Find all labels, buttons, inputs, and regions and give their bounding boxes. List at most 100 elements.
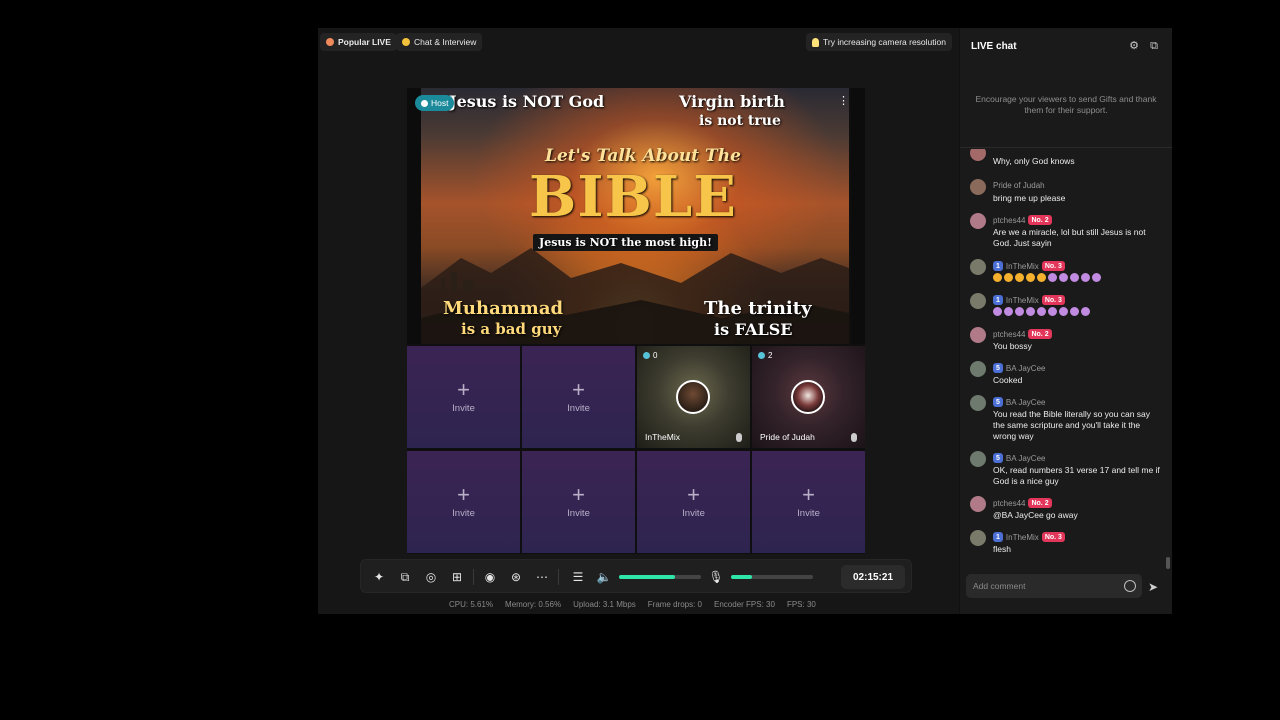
volume-fill (619, 575, 675, 579)
username[interactable]: InTheMix (1006, 533, 1039, 542)
rank-badge: No. 2 (1028, 329, 1052, 339)
rank-badge: No. 2 (1028, 215, 1052, 225)
invite-slot[interactable]: + Invite (407, 346, 520, 448)
username[interactable]: InTheMix (1006, 296, 1039, 305)
username[interactable]: InTheMix (1006, 262, 1039, 271)
host-video[interactable]: Jesus is NOT God Virgin birth is not tru… (407, 88, 865, 344)
level-badge: 1 (993, 261, 1003, 271)
invite-slot[interactable]: + Invite (522, 451, 635, 553)
volume-slider[interactable] (619, 575, 701, 579)
camera-switch-icon[interactable]: ⊛ (508, 569, 524, 585)
overlay-subtitle: Let's Talk About The (545, 146, 741, 166)
chat-interview-button[interactable]: Chat & Interview (396, 33, 483, 51)
comment-input[interactable] (966, 574, 1116, 598)
message-text: You read the Bible literally so you can … (993, 409, 1151, 441)
message-text: @BA JayCee go away (993, 510, 1078, 520)
invite-label: Invite (682, 507, 705, 519)
emoji-icon (1059, 307, 1068, 316)
upload-stat: Upload: 3.1 Mbps (573, 600, 636, 609)
popular-live-button[interactable]: Popular LIVE (320, 33, 397, 51)
ai-effects-icon[interactable]: ◎ (423, 569, 439, 585)
avatar (970, 149, 986, 161)
emoji-row (993, 307, 1161, 319)
username[interactable]: BA JayCee (1006, 364, 1046, 373)
settings-sliders-icon[interactable]: ☰ (570, 569, 586, 585)
gear-icon[interactable]: ⚙ (1128, 40, 1140, 52)
magic-wand-icon[interactable]: ✦ (371, 569, 387, 585)
username[interactable]: ptches44 (993, 499, 1025, 508)
avatar (791, 380, 825, 414)
avatar (676, 380, 710, 414)
rank-badge: No. 3 (1041, 261, 1065, 271)
overlay-big-title: BIBLE (529, 164, 737, 230)
invite-label: Invite (452, 402, 475, 414)
rank-badge: No. 3 (1041, 532, 1065, 542)
camera-tip[interactable]: Try increasing camera resolution (806, 33, 952, 51)
level-badge: 1 (993, 532, 1003, 542)
mic-level-slider[interactable] (731, 575, 813, 579)
coin-icon (758, 352, 765, 359)
username[interactable]: BA JayCee (1006, 398, 1046, 407)
emoji-icon[interactable] (1124, 580, 1136, 592)
overlay-text-top-left: Jesus is NOT God (449, 92, 605, 111)
coin-icon (643, 352, 650, 359)
chat-interview-label: Chat & Interview (414, 37, 477, 47)
level-badge: 5 (993, 453, 1003, 463)
gift-promo: Encourage your viewers to send Gifts and… (960, 66, 1172, 148)
screen-share-icon[interactable]: ⧉ (397, 569, 413, 585)
avatar (970, 496, 986, 512)
invite-slot[interactable]: + Invite (407, 451, 520, 553)
encoder-fps-stat: Encoder FPS: 30 (714, 600, 775, 609)
chat-scrollbar[interactable] (1166, 557, 1170, 569)
guest-video-pride-of-judah[interactable]: 2 Pride of Judah (752, 346, 865, 448)
microphone-icon[interactable]: 🎙 (708, 569, 724, 585)
plus-icon: + (572, 376, 585, 402)
avatar (970, 530, 986, 546)
message-text: Cooked (993, 375, 1023, 385)
emoji-icon (1026, 307, 1035, 316)
speaker-icon[interactable]: 🔈 (596, 569, 612, 585)
popout-icon[interactable]: ⧉ (1148, 40, 1160, 52)
emoji-icon (1037, 273, 1046, 282)
avatar (970, 259, 986, 275)
guest-video-inthemix[interactable]: 0 InTheMix (637, 346, 750, 448)
invite-slot[interactable]: + Invite (637, 451, 750, 553)
rank-badge: No. 3 (1041, 295, 1065, 305)
invite-slot[interactable]: + Invite (752, 451, 865, 553)
fps-stat: FPS: 30 (786, 600, 816, 609)
send-icon[interactable]: ➤ (1148, 580, 1162, 594)
emoji-icon (1070, 273, 1079, 282)
username[interactable]: ptches44 (993, 216, 1025, 225)
username[interactable]: ptches44 (993, 330, 1025, 339)
emoji-icon (1015, 307, 1024, 316)
plus-icon: + (572, 481, 585, 507)
record-icon[interactable]: ◉ (482, 569, 498, 585)
heart-icon (326, 38, 334, 46)
video-letterbox-right (851, 88, 865, 344)
level-badge: 1 (993, 295, 1003, 305)
avatar (970, 293, 986, 309)
overlay-text-bottom-right-2: is FALSE (714, 320, 793, 339)
add-source-icon[interactable]: ⊞ (449, 569, 465, 585)
camera-tip-label: Try increasing camera resolution (823, 37, 946, 47)
viewer-count: 0 (643, 351, 657, 360)
popular-live-label: Popular LIVE (338, 37, 391, 47)
mic-icon[interactable] (736, 433, 742, 442)
plus-icon: + (457, 481, 470, 507)
control-bar: ✦ ⧉ ◎ ⊞ ◉ ⊛ ⋯ ☰ 🔈 🎙 02:15:21 (360, 559, 912, 593)
invite-label: Invite (567, 507, 590, 519)
invite-label: Invite (452, 507, 475, 519)
chat-messages[interactable]: Why, only God knows Pride of Judah bring… (960, 149, 1172, 557)
invite-slot[interactable]: + Invite (522, 346, 635, 448)
host-badge-label: Host (431, 98, 449, 108)
username[interactable]: BA JayCee (1006, 454, 1046, 463)
emoji-icon (1037, 307, 1046, 316)
live-timer: 02:15:21 (841, 565, 905, 589)
memory-stat: Memory: 0.56% (505, 600, 562, 609)
guest-grid: + Invite + Invite 0 InTheMix 2 Pride of … (407, 346, 865, 554)
username[interactable]: Pride of Judah (993, 181, 1045, 190)
more-vertical-icon[interactable]: ⋮ (838, 94, 849, 107)
more-horizontal-icon[interactable]: ⋯ (534, 569, 550, 585)
frame-drops-stat: Frame drops: 0 (647, 600, 703, 609)
mic-icon[interactable] (851, 433, 857, 442)
